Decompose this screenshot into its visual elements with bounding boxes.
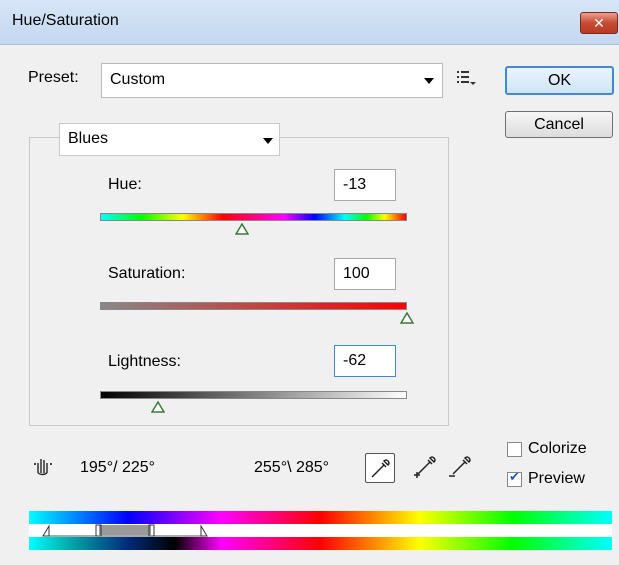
colorize-label: Colorize	[528, 440, 587, 457]
close-button[interactable]: ✕	[580, 12, 618, 34]
eyedropper-minus-icon	[445, 456, 473, 485]
window-title: Hue/Saturation	[12, 12, 119, 29]
colorize-checkbox[interactable]	[507, 442, 522, 457]
hue-slider-thumb[interactable]	[235, 223, 250, 235]
cancel-button[interactable]: Cancel	[505, 111, 613, 138]
hue-slider-track[interactable]	[100, 213, 407, 221]
eyedropper-tool[interactable]	[365, 453, 395, 483]
chevron-down-icon	[424, 78, 434, 84]
hand-adjust-icon[interactable]	[32, 455, 54, 477]
eyedropper-icon	[366, 459, 394, 486]
chevron-down-icon	[263, 138, 273, 144]
lightness-label: Lightness:	[108, 353, 181, 370]
channel-value: Blues	[68, 130, 109, 147]
hue-input[interactable]	[334, 169, 396, 201]
preview-label: Preview	[528, 470, 585, 487]
saturation-slider-track[interactable]	[100, 302, 407, 310]
title-bar: Hue/Saturation ✕	[0, 0, 619, 45]
ok-button[interactable]: OK	[505, 66, 614, 95]
hue-label: Hue:	[108, 176, 142, 193]
lightness-slider-thumb[interactable]	[151, 401, 166, 413]
preset-options-icon[interactable]	[457, 70, 477, 86]
channel-dropdown[interactable]: Blues	[59, 123, 280, 156]
range-left-readout: 195°/ 225°	[80, 459, 156, 476]
add-to-sample-tool[interactable]	[410, 453, 440, 483]
range-selector[interactable]	[29, 524, 612, 537]
saturation-label: Saturation:	[108, 265, 186, 282]
lightness-slider-track[interactable]	[100, 391, 407, 399]
lightness-input[interactable]	[334, 345, 396, 377]
saturation-input[interactable]	[334, 258, 396, 290]
preset-dropdown[interactable]: Custom	[101, 63, 443, 98]
subtract-from-sample-tool[interactable]	[445, 453, 475, 483]
eyedropper-plus-icon	[410, 456, 438, 485]
output-color-bar	[29, 537, 612, 550]
range-right-readout: 255°\ 285°	[254, 459, 330, 476]
saturation-slider-thumb[interactable]	[400, 312, 414, 324]
preview-checkbox[interactable]	[507, 470, 522, 487]
preset-value: Custom	[110, 71, 166, 88]
preset-label: Preset:	[28, 69, 79, 86]
input-color-bar	[29, 511, 612, 524]
